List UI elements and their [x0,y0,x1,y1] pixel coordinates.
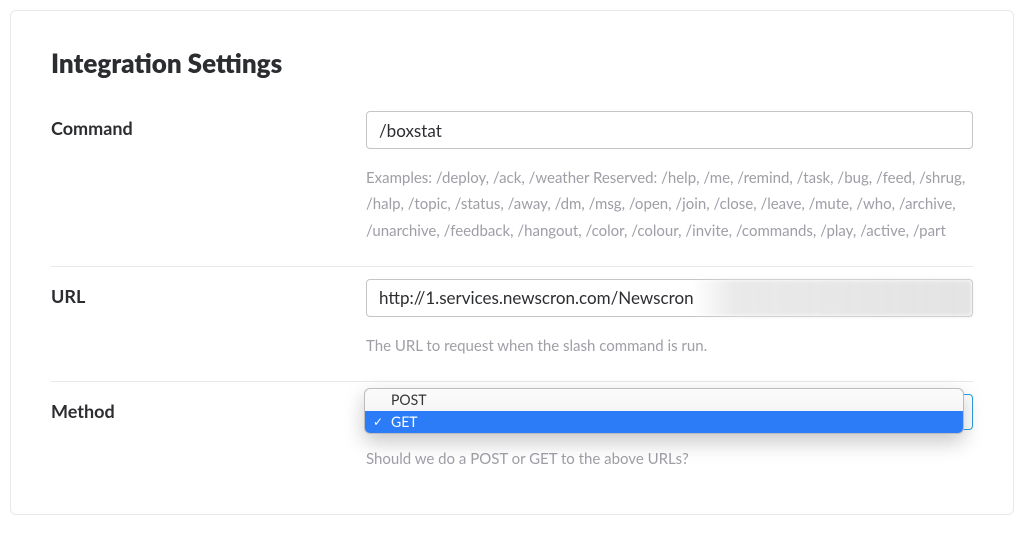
command-row: Command Examples: /deploy, /ack, /weathe… [51,99,973,267]
command-field-col: Examples: /deploy, /ack, /weather Reserv… [366,111,973,244]
method-label-col: Method [51,394,366,472]
url-label: URL [51,285,85,307]
method-option-get[interactable]: ✓ GET [365,411,963,433]
method-field-col: POST ✓ GET Should we do a POST or GET to… [366,394,973,472]
method-option-post-label: POST [391,391,426,408]
integration-settings-panel: Integration Settings Command Examples: /… [10,10,1014,515]
method-select-wrapper: POST ✓ GET [366,394,973,430]
method-help-text: Should we do a POST or GET to the above … [366,446,973,472]
method-dropdown: POST ✓ GET [364,388,964,434]
url-help-text: The URL to request when the slash comman… [366,333,973,359]
url-label-col: URL [51,279,366,359]
method-option-post[interactable]: POST [365,389,963,411]
method-row: Method POST ✓ GET Should we do a POST or… [51,382,973,494]
checkmark-icon: ✓ [373,411,383,433]
command-label-col: Command [51,111,366,244]
command-label: Command [51,117,133,139]
command-help-text: Examples: /deploy, /ack, /weather Reserv… [366,165,973,244]
url-field-col: The URL to request when the slash comman… [366,279,973,359]
command-input[interactable] [366,111,973,149]
url-row: URL The URL to request when the slash co… [51,267,973,382]
url-input-wrapper [366,279,973,317]
method-label: Method [51,400,115,422]
page-title: Integration Settings [51,47,973,79]
method-option-get-label: GET [391,413,418,430]
url-input[interactable] [366,279,973,317]
